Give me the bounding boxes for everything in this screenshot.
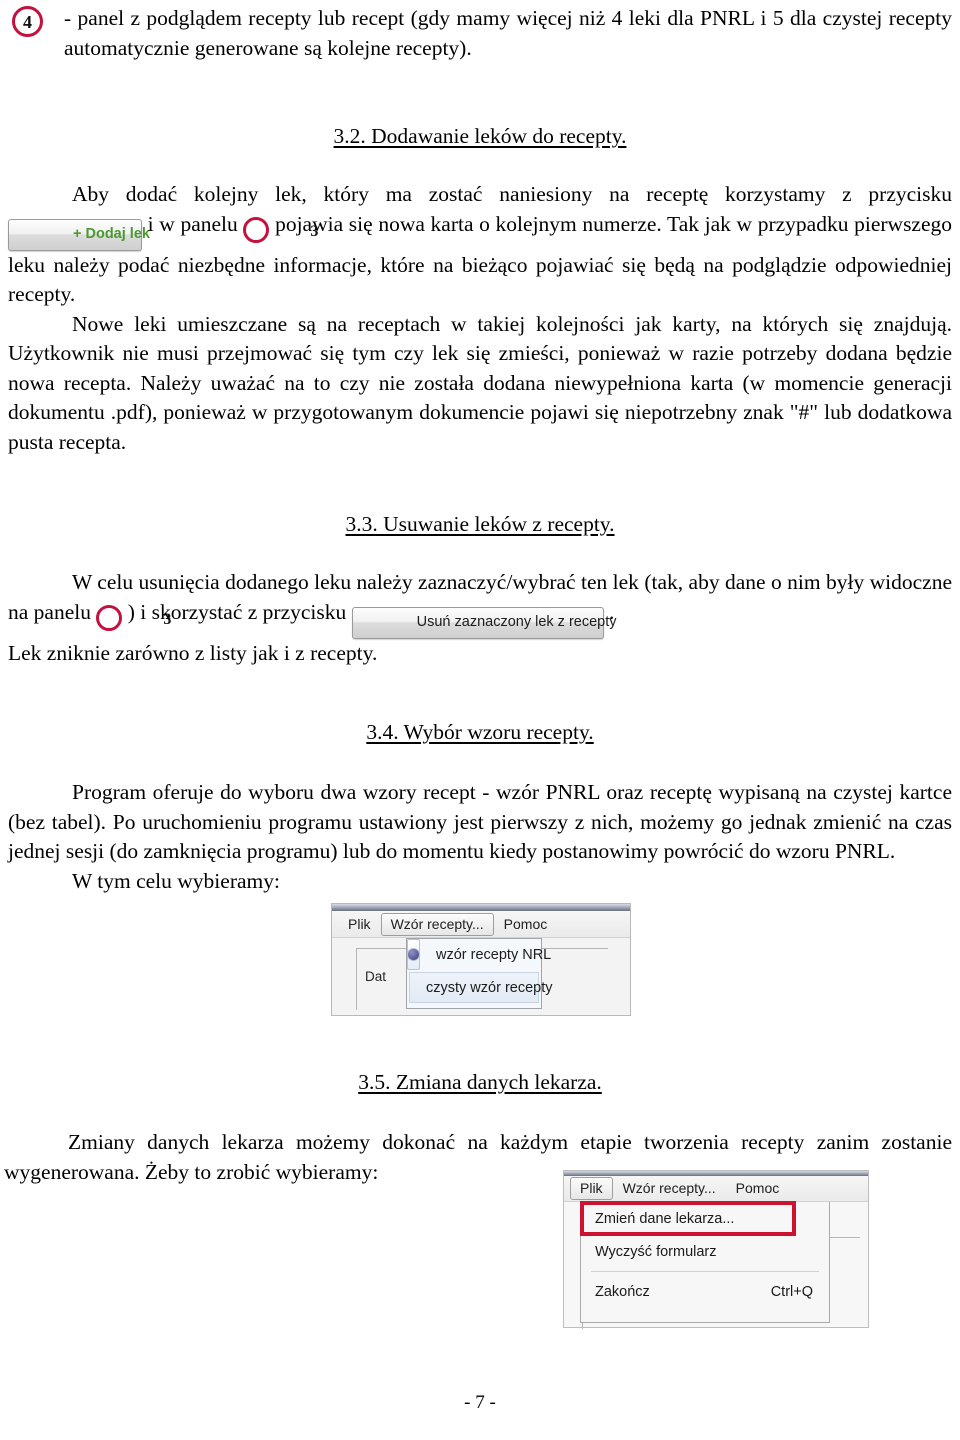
page-number: - 7 -: [464, 1392, 496, 1413]
radio-dot-icon: [408, 949, 419, 960]
remove-selected-drug-button[interactable]: Usuń zaznaczony lek z recepty: [351, 606, 617, 639]
wzor-recepty-screenshot: Plik Wzór recepty... Pomoc Dat wzór rece…: [331, 903, 631, 1016]
paragraph-3-2-1-text-a: Aby dodać kolejny lek, który ma zostać n…: [72, 182, 952, 206]
menu-item-wzor-recepty[interactable]: Wzór recepty...: [380, 912, 494, 936]
paragraph-3-2-1-text-b: i w panelu: [147, 211, 238, 236]
menu-option-accelerator: Ctrl+Q: [770, 1283, 813, 1300]
menu-option-label: Zmień dane lekarza...: [595, 1210, 735, 1227]
circle-number-3-inline-a: 3: [243, 216, 318, 243]
menu-option-zakoncz[interactable]: Zakończ Ctrl+Q: [581, 1275, 829, 1308]
circle-number-3-inline-b: 3: [96, 604, 171, 631]
menu-item-pomoc[interactable]: Pomoc: [494, 913, 558, 936]
document-page: 4 - panel z podglądem recepty lub recept…: [0, 0, 960, 1440]
menu-option-label: wzór recepty NRL: [436, 946, 552, 963]
menu-item-wzor-recepty[interactable]: Wzór recepty...: [613, 1177, 726, 1200]
plik-dropdown: Zmień dane lekarza... Wyczyść formularz …: [580, 1201, 830, 1323]
heading-3-5: 3.5. Zmiana danych lekarza.: [358, 1070, 602, 1094]
paragraph-3-2-1: Aby dodać kolejny lek, który ma zostać n…: [8, 180, 952, 310]
callout-marker-4: 4: [12, 6, 43, 37]
window-titlebar: [332, 904, 630, 911]
add-drug-button[interactable]: + Dodaj lek: [8, 218, 150, 251]
heading-3-2: 3.2. Dodawanie leków do recepty.: [333, 124, 627, 148]
menu-option-label: czysty wzór recepty: [426, 979, 553, 996]
intro-paragraph: - panel z podglądem recepty lub recept (…: [64, 6, 952, 60]
menu-option-label: Zakończ: [595, 1283, 650, 1300]
paragraph-3-3-1-text-b: ) i skorzystać z przycisku: [127, 599, 347, 624]
menu-option-czysty-wzor-recepty[interactable]: czysty wzór recepty: [409, 972, 553, 1003]
circle-number-4: 4: [12, 6, 43, 37]
menu-bar: Plik Wzór recepty... Pomoc: [564, 1176, 868, 1202]
form-group-line-right: [826, 1237, 860, 1238]
paragraph-3-4-1: Program oferuje do wyboru dwa wzory rece…: [8, 780, 952, 863]
menu-item-pomoc[interactable]: Pomoc: [726, 1177, 790, 1200]
wzor-recepty-dropdown: wzór recepty NRL czysty wzór recepty: [406, 938, 553, 1009]
radio-selected-indicator: [407, 939, 420, 970]
menu-option-label: Wyczyść formularz: [595, 1243, 717, 1260]
paragraph-3-3-2: Lek zniknie zarówno z listy jak i z rece…: [8, 640, 378, 665]
plik-menu-screenshot: Plik Wzór recepty... Pomoc Zmień dane le…: [563, 1170, 869, 1329]
form-field-label-dat: Dat: [365, 969, 387, 984]
paragraph-3-2-2: Nowe leki umieszczane są na receptach w …: [8, 311, 952, 454]
paragraph-3-3-1: W celu usunięcia dodanego leku należy za…: [8, 568, 952, 639]
menu-option-wzor-recepty-nrl[interactable]: wzór recepty NRL: [407, 939, 551, 970]
menu-separator: [591, 1271, 819, 1272]
heading-3-3: 3.3. Usuwanie leków z recepty.: [345, 512, 615, 536]
menu-option-zmien-dane-lekarza[interactable]: Zmień dane lekarza...: [581, 1202, 829, 1235]
menu-item-plik[interactable]: Plik: [570, 1177, 613, 1200]
paragraph-3-4-2: W tym celu wybieramy:: [72, 868, 280, 893]
menu-option-wyczysc-formularz[interactable]: Wyczyść formularz: [581, 1235, 829, 1268]
form-group-line-left: [356, 948, 357, 1010]
paragraph-3-3-1-text-c: .: [609, 599, 615, 624]
menu-bar: Plik Wzór recepty... Pomoc: [332, 911, 630, 938]
heading-3-4: 3.4. Wybór wzoru recepty.: [366, 720, 594, 744]
page-footer: - 7 -: [0, 1392, 960, 1414]
menu-item-plik[interactable]: Plik: [338, 913, 381, 936]
